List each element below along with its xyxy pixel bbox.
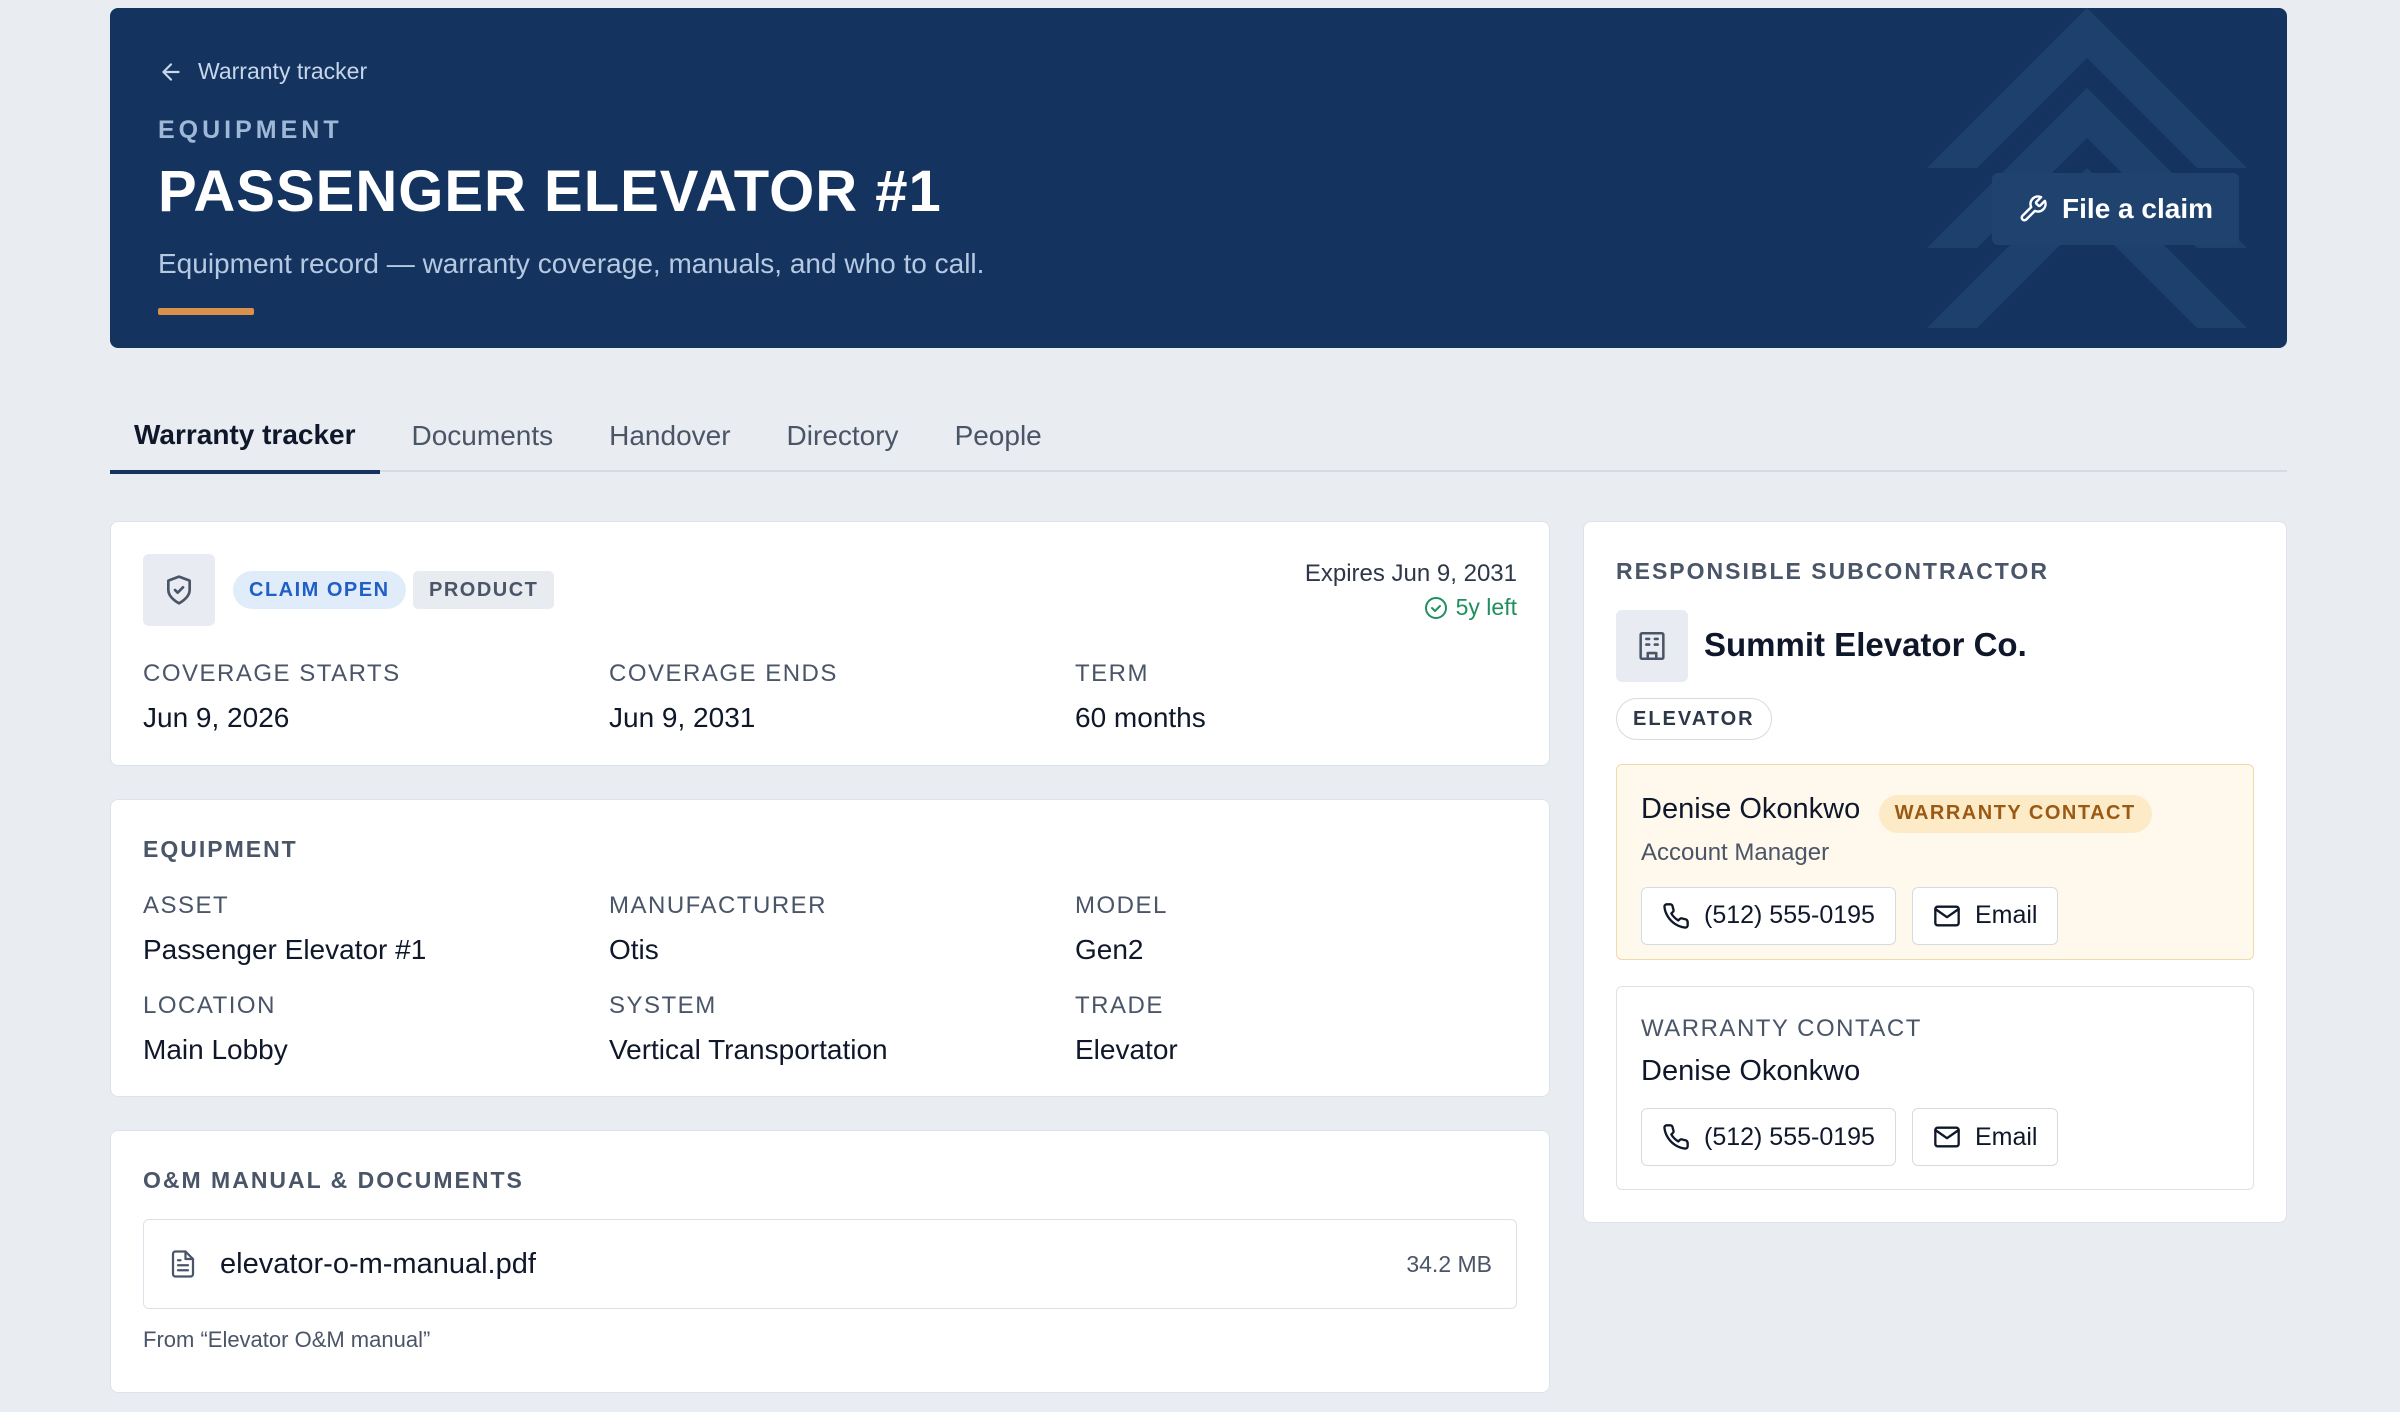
warranty-contact-card: WARRANTY CONTACT Denise Okonkwo (512) 55… xyxy=(1616,986,2254,1190)
primary-contact-card: Denise Okonkwo WARRANTY CONTACT Account … xyxy=(1616,764,2254,960)
tab-people[interactable]: People xyxy=(931,400,1066,472)
manufacturer-value: Otis xyxy=(609,934,659,965)
asset-value: Passenger Elevator #1 xyxy=(143,934,427,965)
model-label: MODEL xyxy=(1075,892,1168,919)
coverage-grid: COVERAGE STARTS Jun 9, 2026 COVERAGE END… xyxy=(143,660,1541,734)
manufacturer-label: MANUFACTURER xyxy=(609,892,828,919)
accent-bar xyxy=(158,308,254,315)
warranty-email-label: Email xyxy=(1974,1122,2038,1151)
trade-label: TRADE xyxy=(1075,992,1164,1019)
coverage-ends-value: Jun 9, 2031 xyxy=(609,702,756,733)
file-text-icon xyxy=(171,1250,195,1278)
warranty-contact-heading: WARRANTY CONTACT xyxy=(1641,1015,1922,1042)
warranty-call-button[interactable]: (512) 555-0195 xyxy=(1641,1108,1896,1166)
page-subtitle: Equipment record — warranty coverage, ma… xyxy=(158,248,985,279)
expiry-info: Expires Jun 9, 2031 5y left xyxy=(1305,560,1517,621)
file-claim-label: File a claim xyxy=(2062,193,2213,224)
equipment-header: Warranty tracker EQUIPMENT PASSENGER ELE… xyxy=(110,8,2287,348)
warranty-card: CLAIM OPEN PRODUCT Expires Jun 9, 2031 5… xyxy=(110,521,1550,766)
status-badge: CLAIM OPEN xyxy=(233,571,406,609)
file-claim-button[interactable]: File a claim xyxy=(1992,173,2239,245)
term-label: TERM xyxy=(1075,660,1149,687)
subcontractor-card: RESPONSIBLE SUBCONTRACTOR Summit Elevato… xyxy=(1583,521,2287,1223)
warranty-contact-name: Denise Okonkwo xyxy=(1641,1055,1861,1087)
document-size: 34.2 MB xyxy=(1406,1250,1492,1277)
warranty-contact-badge: WARRANTY CONTACT xyxy=(1878,794,2152,833)
check-circle-icon xyxy=(1424,596,1447,619)
equipment-grid-row-2: LOCATION Main Lobby SYSTEM Vertical Tran… xyxy=(143,992,1541,1066)
back-link-label: Warranty tracker xyxy=(198,58,368,84)
phone-number: (512) 555-0195 xyxy=(1704,901,1875,930)
tab-handover[interactable]: Handover xyxy=(585,400,754,472)
equipment-card: EQUIPMENT ASSET Passenger Elevator #1 MA… xyxy=(110,799,1550,1097)
documents-card: O&M MANUAL & DOCUMENTS elevator-o-m-manu… xyxy=(110,1130,1550,1393)
warranty-email-button[interactable]: Email xyxy=(1911,1108,2059,1166)
email-button[interactable]: Email xyxy=(1911,886,2059,945)
term-value: 60 months xyxy=(1075,702,1206,733)
email-label: Email xyxy=(1974,901,2038,930)
call-button[interactable]: (512) 555-0195 xyxy=(1641,886,1896,945)
time-left: 5y left xyxy=(1305,594,1517,621)
building-icon xyxy=(1616,610,1688,682)
system-value: Vertical Transportation xyxy=(609,1034,888,1065)
trade-badge: ELEVATOR xyxy=(1616,698,1772,740)
arrow-left-icon xyxy=(162,62,180,81)
tab-bar: Warranty tracker Documents Handover Dire… xyxy=(110,400,2287,474)
documents-heading: O&M MANUAL & DOCUMENTS xyxy=(143,1167,524,1193)
equipment-heading: EQUIPMENT xyxy=(143,836,298,862)
coverage-starts-value: Jun 9, 2026 xyxy=(143,702,290,733)
coverage-ends-label: COVERAGE ENDS xyxy=(609,660,838,687)
tab-documents[interactable]: Documents xyxy=(388,400,578,472)
trade-value: Elevator xyxy=(1075,1034,1178,1065)
coverage-starts-label: COVERAGE STARTS xyxy=(143,660,401,687)
tab-directory[interactable]: Directory xyxy=(763,400,923,472)
subcontractor-heading: RESPONSIBLE SUBCONTRACTOR xyxy=(1616,558,2049,584)
contact-name: Denise Okonkwo xyxy=(1641,793,1861,825)
expires-date: Expires Jun 9, 2031 xyxy=(1304,560,1517,587)
wrench-icon xyxy=(2020,195,2047,222)
contact-role: Account Manager xyxy=(1641,838,1830,866)
phone-icon xyxy=(1663,1124,1689,1150)
document-name: elevator-o-m-manual.pdf xyxy=(220,1247,536,1280)
mail-icon xyxy=(1934,905,1960,927)
subcontractor-name: Summit Elevator Co. xyxy=(1704,626,2027,663)
document-source: From “Elevator O&M manual” xyxy=(143,1327,431,1352)
phone-icon xyxy=(1663,902,1689,929)
location-value: Main Lobby xyxy=(143,1034,288,1065)
location-label: LOCATION xyxy=(143,992,276,1019)
page: Warranty tracker EQUIPMENT PASSENGER ELE… xyxy=(0,0,2400,1412)
time-left-label: 5y left xyxy=(1455,594,1517,620)
type-badge: PRODUCT xyxy=(413,571,555,609)
tab-warranty-tracker[interactable]: Warranty tracker xyxy=(110,400,380,474)
system-label: SYSTEM xyxy=(609,992,717,1019)
mail-icon xyxy=(1934,1126,1960,1148)
page-eyebrow: EQUIPMENT xyxy=(158,116,343,144)
equipment-grid-row-1: ASSET Passenger Elevator #1 MANUFACTURER… xyxy=(143,892,1541,966)
warranty-phone-number: (512) 555-0195 xyxy=(1704,1122,1875,1151)
document-row[interactable]: elevator-o-m-manual.pdf 34.2 MB xyxy=(143,1219,1517,1309)
asset-label: ASSET xyxy=(143,892,230,919)
shield-icon xyxy=(143,554,215,626)
page-title: PASSENGER ELEVATOR #1 xyxy=(158,159,942,224)
model-value: Gen2 xyxy=(1075,934,1144,965)
back-link[interactable]: Warranty tracker xyxy=(158,58,367,85)
